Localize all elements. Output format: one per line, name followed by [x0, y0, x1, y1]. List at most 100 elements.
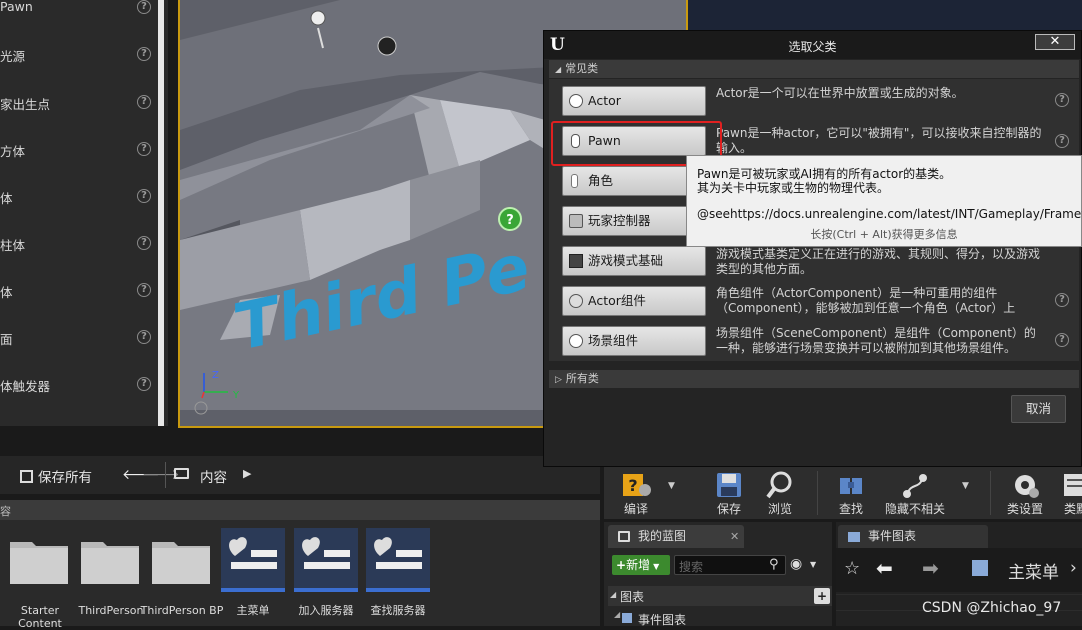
browse-button[interactable]: 浏览: [757, 467, 803, 519]
add-new-label: 新增: [626, 558, 651, 572]
place-item-light[interactable]: 光源 ?: [0, 40, 158, 70]
search-placeholder: 搜索: [679, 560, 704, 574]
place-item-cone[interactable]: 体 ?: [0, 276, 158, 306]
graph-icon: [972, 560, 988, 576]
scene-component-icon: [569, 334, 583, 348]
eye-icon[interactable]: ◉: [790, 556, 802, 572]
book-icon: [618, 531, 630, 542]
back-arrow-icon[interactable]: ⬅: [876, 556, 893, 580]
help-icon[interactable]: ?: [1055, 333, 1069, 347]
scrollbar[interactable]: [158, 0, 164, 426]
hide-unrelated-button[interactable]: 隐藏不相关: [882, 467, 948, 519]
close-button[interactable]: ✕: [1035, 34, 1075, 50]
place-item-cylinder[interactable]: 柱体 ?: [0, 229, 158, 259]
save-icon: [717, 473, 741, 497]
chevron-right-icon: ›: [1070, 558, 1077, 578]
close-icon[interactable]: ✕: [730, 525, 739, 548]
hide-unrelated-icon: [903, 474, 927, 498]
star-icon[interactable]: ☆: [844, 558, 860, 579]
help-icon[interactable]: ?: [137, 189, 151, 203]
search-input[interactable]: 搜索 ⚲: [674, 555, 786, 575]
help-icon[interactable]: ?: [137, 142, 151, 156]
place-item-pawn[interactable]: Pawn ?: [0, 0, 158, 30]
compile-options-chevron-icon[interactable]: ▼: [668, 481, 675, 491]
compile-button[interactable]: ? 编译: [610, 467, 662, 519]
place-item-label: 体: [0, 191, 13, 206]
tab-label: 我的蓝图: [638, 529, 687, 543]
help-icon[interactable]: ?: [137, 377, 151, 391]
class-description: 场景组件（SceneComponent）是组件（Component）的一种，能够…: [716, 326, 1036, 355]
placement-panel: Pawn ? 光源 ? 家出生点 ? 方体 ? 体 ? 柱体 ? 体 ? 面 ?…: [0, 0, 168, 426]
place-item-label: 光源: [0, 49, 26, 64]
add-new-button[interactable]: +新增 ▼: [612, 555, 670, 575]
widget-blueprint-icon: [221, 528, 285, 592]
class-settings-button[interactable]: 类设置: [1000, 467, 1050, 519]
help-icon[interactable]: ?: [1055, 93, 1069, 107]
all-classes-label: 所有类: [565, 372, 599, 385]
asset-grid: Starter Content ThirdPerson ThirdPerson …: [0, 520, 600, 630]
class-button-character[interactable]: 角色: [562, 166, 706, 196]
graphs-section-header[interactable]: ◢ 图表 +: [608, 586, 832, 606]
graph-icon: [622, 613, 632, 623]
widget-blueprint-icon: [294, 528, 358, 592]
find-button[interactable]: 查找: [828, 467, 874, 519]
help-icon[interactable]: ?: [137, 283, 151, 297]
place-item-player-start[interactable]: 家出生点 ?: [0, 88, 158, 118]
dialog-title: 选取父类: [788, 40, 837, 54]
path-chevron-icon[interactable]: ▶: [243, 467, 251, 480]
component-icon: [569, 294, 583, 308]
collapse-arrow-icon: ◢: [614, 610, 621, 619]
add-graph-button[interactable]: +: [814, 588, 830, 604]
toolbar-divider: [165, 462, 166, 488]
class-label: 游戏模式基础: [588, 253, 664, 268]
save-icon: [20, 470, 33, 483]
gamemode-icon: [569, 254, 583, 268]
class-button-game-mode-base[interactable]: 游戏模式基础: [562, 246, 706, 276]
view-options-chevron-icon[interactable]: ▼: [810, 560, 816, 569]
browse-label: 浏览: [767, 502, 792, 516]
class-defaults-button[interactable]: 类默: [1058, 467, 1082, 519]
help-icon[interactable]: ?: [137, 236, 151, 250]
plus-icon: +: [616, 558, 627, 572]
event-graph-item[interactable]: ◢ 事件图表: [612, 610, 832, 627]
help-icon[interactable]: ?: [137, 330, 151, 344]
common-classes-header[interactable]: ◢ 常见类: [549, 60, 1079, 78]
save-button[interactable]: 保存: [706, 467, 752, 519]
class-button-scene-component[interactable]: 场景组件: [562, 326, 706, 356]
help-icon[interactable]: ?: [1055, 293, 1069, 307]
class-settings-label: 类设置: [1006, 502, 1043, 516]
viewport-sky: [688, 0, 1082, 32]
breadcrumb[interactable]: 主菜单: [1008, 558, 1059, 583]
search-icon: ⚲: [769, 557, 779, 572]
help-icon[interactable]: ?: [137, 95, 151, 109]
place-item-box-trigger[interactable]: 体触发器 ?: [0, 370, 158, 400]
save-all-button[interactable]: 保存所有: [20, 466, 92, 486]
class-button-actor-component[interactable]: Actor组件: [562, 286, 706, 316]
place-item-sphere[interactable]: 体 ?: [0, 182, 158, 212]
asset-name: 查找服务器: [370, 604, 426, 617]
help-icon[interactable]: ?: [137, 0, 151, 14]
help-icon[interactable]: ?: [1055, 134, 1069, 148]
class-description: Actor是一个可以在世界中放置或生成的对象。: [716, 86, 964, 100]
cancel-button[interactable]: 取消: [1011, 395, 1066, 423]
place-item-plane[interactable]: 面 ?: [0, 323, 158, 353]
svg-text:?: ?: [628, 476, 637, 495]
class-label: Actor: [588, 93, 621, 108]
place-item-cube[interactable]: 方体 ?: [0, 135, 158, 165]
forward-arrow-icon[interactable]: ➡: [922, 556, 939, 580]
folder-icon: [152, 542, 210, 584]
class-button-player-controller[interactable]: 玩家控制器: [562, 206, 706, 236]
class-button-actor[interactable]: Actor: [562, 86, 706, 116]
tab-event-graph[interactable]: 事件图表: [838, 525, 988, 548]
tab-my-blueprint[interactable]: 我的蓝图 ✕: [608, 525, 744, 548]
hide-options-chevron-icon[interactable]: ▼: [962, 481, 969, 491]
path-label: 容: [0, 505, 11, 518]
collapse-arrow-icon: ◢: [610, 590, 617, 599]
tooltip-doc-link: @seehttps://docs.unrealengine.com/latest…: [697, 207, 1082, 221]
place-item-label: 体: [0, 285, 13, 300]
pawn-tooltip: Pawn是可被玩家或AI拥有的所有actor的基类。 其为关卡中玩家或生物的物理…: [686, 155, 1082, 247]
place-item-label: 柱体: [0, 238, 26, 253]
path-content[interactable]: 内容: [200, 466, 227, 486]
help-icon[interactable]: ?: [137, 47, 151, 61]
all-classes-header[interactable]: ▷ 所有类: [549, 370, 1079, 388]
